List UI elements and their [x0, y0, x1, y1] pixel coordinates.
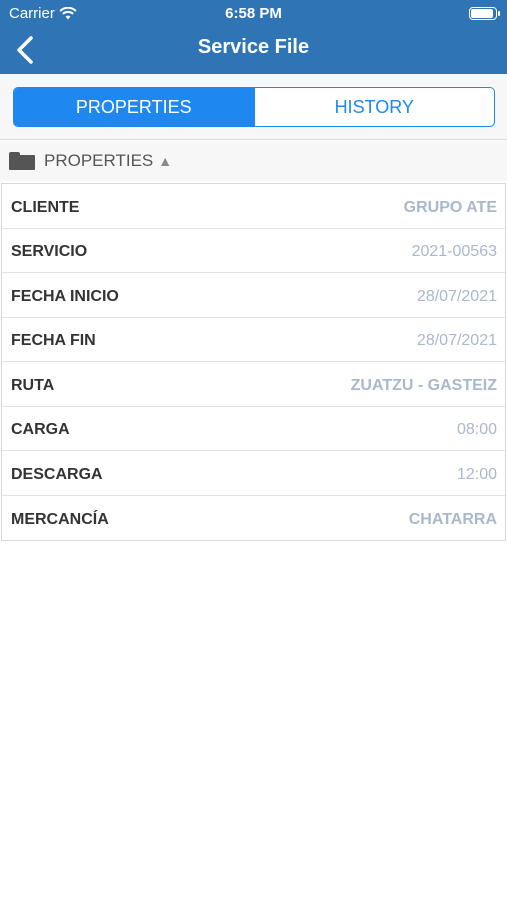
property-value: 28/07/2021	[416, 332, 497, 350]
property-value: 08:00	[456, 421, 497, 439]
property-label: CLIENTE	[11, 198, 80, 216]
battery-level	[471, 9, 493, 18]
property-label: FECHA FIN	[11, 332, 96, 350]
property-label: MERCANCÍA	[11, 510, 109, 528]
property-value: CHATARRA	[408, 510, 497, 528]
status-bar: Carrier 6:58 PM	[0, 0, 507, 28]
property-label: SERVICIO	[11, 243, 88, 261]
collapse-triangle-icon: ▲	[158, 153, 173, 169]
property-row-cliente: CLIENTE GRUPO ATE	[2, 184, 505, 229]
segmented-control: PROPERTIES HISTORY	[13, 87, 495, 127]
folder-icon	[9, 152, 35, 170]
property-value: ZUATZU - GASTEIZ	[350, 376, 497, 394]
property-row-carga: CARGA 08:00	[2, 407, 505, 451]
status-time: 6:58 PM	[225, 5, 282, 22]
property-row-mercancia: MERCANCÍA CHATARRA	[2, 496, 505, 541]
property-row-descarga: DESCARGA 12:00	[2, 451, 505, 496]
property-label: RUTA	[11, 376, 55, 394]
property-row-fecha-inicio: FECHA INICIO 28/07/2021	[2, 273, 505, 318]
properties-section-header[interactable]: PROPERTIES ▲	[0, 141, 507, 181]
property-row-fecha-fin: FECHA FIN 28/07/2021	[2, 318, 505, 362]
property-value: 28/07/2021	[416, 287, 497, 305]
tab-bar: PROPERTIES HISTORY	[0, 74, 507, 140]
property-value: GRUPO ATE	[403, 198, 497, 216]
property-label: CARGA	[11, 421, 70, 439]
battery-icon	[469, 7, 500, 20]
top-bar: Carrier 6:58 PM Service File	[0, 0, 507, 74]
property-row-servicio: SERVICIO 2021-00563	[2, 229, 505, 273]
tab-properties[interactable]: PROPERTIES	[14, 88, 254, 126]
tab-history[interactable]: HISTORY	[253, 88, 495, 126]
property-label: FECHA INICIO	[11, 287, 119, 305]
navigation-bar: Service File	[0, 28, 507, 74]
property-row-ruta: RUTA ZUATZU - GASTEIZ	[2, 362, 505, 407]
properties-table: CLIENTE GRUPO ATE SERVICIO 2021-00563 FE…	[1, 183, 506, 541]
property-value: 12:00	[456, 465, 497, 483]
section-title: PROPERTIES	[44, 151, 154, 170]
property-value: 2021-00563	[411, 243, 497, 261]
property-label: DESCARGA	[11, 465, 103, 483]
page-title: Service File	[197, 36, 310, 58]
